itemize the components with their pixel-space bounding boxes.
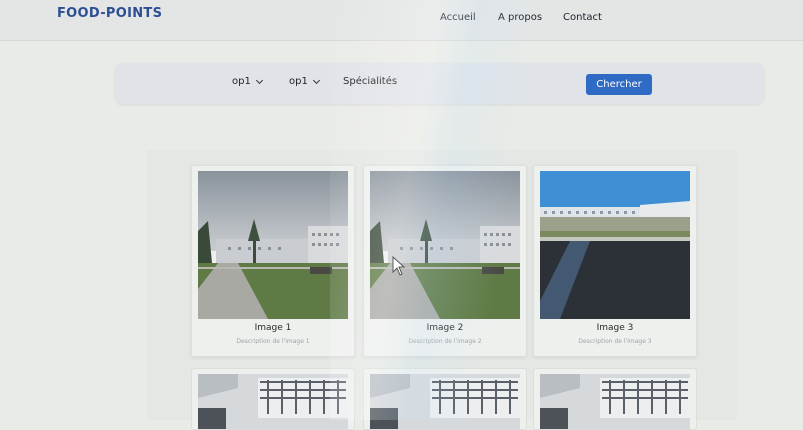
card-title-1: Image 1 xyxy=(254,323,292,333)
mouse-cursor-icon xyxy=(392,255,406,280)
filter-dropdown-1[interactable]: op1 xyxy=(232,76,263,87)
card-image-1[interactable] xyxy=(198,171,348,319)
card-image-4[interactable] xyxy=(198,374,348,429)
card-image-6[interactable] xyxy=(540,374,690,429)
search-button[interactable]: Chercher xyxy=(586,74,652,95)
card-image-5[interactable] xyxy=(370,374,520,429)
chevron-down-icon xyxy=(312,76,320,84)
brand-logo[interactable]: FOOD-POINTS xyxy=(57,6,162,21)
specialites-dropdown[interactable]: Spécialités xyxy=(343,76,397,87)
nav-link-a-propos[interactable]: A propos xyxy=(498,12,542,23)
card-description-3: Description de l'image 3 xyxy=(578,338,652,345)
dropdown-2-value: op1 xyxy=(289,76,308,87)
card-description-2: Description de l'image 2 xyxy=(408,338,482,345)
gallery-card-2[interactable]: Image 2 Description de l'image 2 xyxy=(363,165,527,357)
filter-dropdown-2[interactable]: op1 xyxy=(289,76,320,87)
image-gallery: Image 1 Description de l'image 1 Image 2… xyxy=(147,150,737,430)
card-title-2: Image 2 xyxy=(426,323,464,333)
gallery-card-1[interactable]: Image 1 Description de l'image 1 xyxy=(191,165,355,357)
card-image-2[interactable] xyxy=(370,171,520,319)
card-title-3: Image 3 xyxy=(596,323,634,333)
gallery-card-4[interactable] xyxy=(191,368,355,430)
chevron-down-icon xyxy=(255,76,263,84)
card-image-3[interactable] xyxy=(540,171,690,319)
card-description-1: Description de l'image 1 xyxy=(236,338,310,345)
nav-link-contact[interactable]: Contact xyxy=(563,12,602,23)
dropdown-1-value: op1 xyxy=(232,76,251,87)
top-navbar: FOOD-POINTS Accueil A propos Contact xyxy=(0,0,803,41)
nav-link-accueil[interactable]: Accueil xyxy=(440,12,476,23)
gallery-card-3[interactable]: Image 3 Description de l'image 3 xyxy=(533,165,697,357)
gallery-card-5[interactable] xyxy=(363,368,527,430)
filter-bar: op1 op1 Spécialités Chercher xyxy=(115,63,764,104)
gallery-card-6[interactable] xyxy=(533,368,697,430)
